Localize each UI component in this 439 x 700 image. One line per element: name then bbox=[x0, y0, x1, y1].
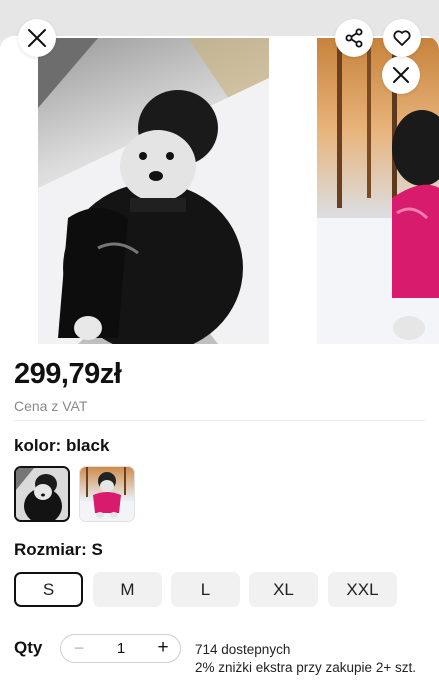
product-photo-black[interactable] bbox=[38, 38, 269, 344]
vat-note: Cena z VAT bbox=[14, 398, 88, 414]
quantity-stepper: − 1 + bbox=[60, 634, 181, 663]
image-gallery[interactable] bbox=[0, 36, 439, 344]
size-option-m[interactable]: M bbox=[93, 572, 162, 607]
close-photo-button[interactable] bbox=[382, 56, 420, 94]
stock-count: 714 dostepnych bbox=[195, 642, 291, 657]
plus-icon[interactable]: + bbox=[155, 637, 171, 659]
favorite-button[interactable] bbox=[383, 19, 421, 57]
close-icon bbox=[393, 67, 409, 83]
size-label: Rozmiar: S bbox=[14, 540, 103, 559]
size-option-s[interactable]: S bbox=[14, 572, 83, 607]
qty-label: Qty bbox=[14, 638, 43, 657]
discount-note: 2% zniżki ekstra przy zakupie 2+ szt. bbox=[195, 660, 416, 675]
color-swatch-pink[interactable] bbox=[79, 466, 135, 522]
share-icon bbox=[345, 28, 363, 48]
product-photo-pink[interactable] bbox=[317, 38, 439, 344]
divider bbox=[14, 420, 425, 421]
minus-icon[interactable]: − bbox=[71, 638, 87, 659]
backdrop-strip bbox=[0, 0, 439, 40]
product-price: 299,79zł bbox=[14, 358, 122, 390]
product-sheet: 299,79zł Cena z VAT kolor: black Rozmiar… bbox=[0, 36, 439, 700]
quantity-value[interactable]: 1 bbox=[111, 640, 131, 657]
close-icon bbox=[28, 29, 46, 47]
size-option-xl[interactable]: XL bbox=[249, 572, 318, 607]
share-button[interactable] bbox=[335, 19, 373, 57]
color-label: kolor: black bbox=[14, 436, 110, 455]
close-button[interactable] bbox=[18, 19, 56, 57]
heart-icon bbox=[393, 30, 411, 46]
size-option-l[interactable]: L bbox=[171, 572, 240, 607]
size-option-xxl[interactable]: XXL bbox=[328, 572, 397, 607]
color-swatch-black[interactable] bbox=[14, 466, 70, 522]
